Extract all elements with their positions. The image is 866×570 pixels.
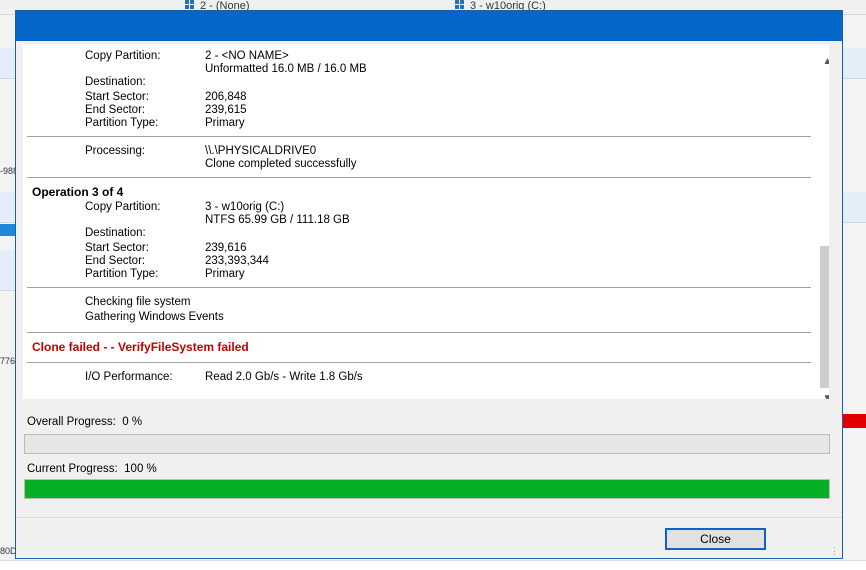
overall-progress-percent: 0 % — [122, 416, 143, 428]
current-progress-label: Current Progress: — [27, 463, 118, 475]
end-sector-value: 239,615 — [205, 104, 247, 116]
start-sector-label: Start Sector: — [85, 242, 149, 254]
log-divider — [27, 332, 811, 333]
current-progress-bar — [24, 479, 830, 499]
windows-icon — [185, 0, 195, 10]
background-row — [0, 48, 16, 79]
start-sector-value: 206,848 — [205, 91, 247, 103]
close-button[interactable]: Close — [665, 528, 766, 550]
copy-partition-value: 3 - w10orig (C:) — [205, 201, 285, 213]
partition-type-label: Partition Type: — [85, 117, 159, 129]
current-progress-fill — [25, 480, 829, 498]
background-row — [843, 48, 866, 79]
overall-progress-bar — [24, 434, 830, 454]
operation-log-panel[interactable]: Copy Partition: 2 - <NO NAME> Unformatte… — [23, 44, 829, 399]
processing-label: Processing: — [85, 145, 146, 157]
background-selected-row — [0, 224, 16, 236]
current-progress-percent: 100 % — [124, 463, 157, 475]
destination-label: Destination: — [85, 76, 146, 88]
clone-progress-dialog: Copy Partition: 2 - <NO NAME> Unformatte… — [15, 10, 843, 559]
background-text-fragment: 776 — [0, 356, 16, 366]
scroll-down-icon[interactable]: ▼ — [819, 390, 829, 399]
io-performance-label: I/O Performance: — [85, 371, 173, 383]
current-progress-text: Current Progress: 100 % — [27, 463, 157, 475]
background-row — [843, 192, 866, 223]
log-scrollbar[interactable]: ▲ ▼ — [819, 53, 829, 399]
partition-type-label: Partition Type: — [85, 268, 159, 280]
scroll-thumb[interactable] — [820, 246, 829, 388]
start-sector-label: Start Sector: — [85, 91, 149, 103]
overall-progress-label: Overall Progress: — [27, 416, 116, 428]
log-divider — [27, 362, 811, 363]
windows-icon — [455, 0, 465, 10]
processing-path: \\.\PHYSICALDRIVE0 — [205, 145, 317, 157]
end-sector-label: End Sector: — [85, 255, 146, 267]
footer-divider — [16, 517, 842, 518]
partition-detail-value: NTFS 65.99 GB / 111.18 GB — [205, 214, 350, 226]
overall-progress-text: Overall Progress: 0 % — [27, 416, 142, 428]
dialog-title-bar[interactable] — [16, 11, 842, 41]
background-red-marker — [843, 414, 866, 428]
processing-status: Clone completed successfully — [205, 158, 357, 170]
end-sector-value: 233,393,344 — [205, 255, 269, 267]
log-divider — [27, 177, 811, 178]
partition-type-value: Primary — [205, 117, 245, 129]
log-divider — [27, 287, 811, 288]
log-divider — [27, 136, 811, 137]
copy-partition-value: 2 - <NO NAME> — [205, 50, 289, 62]
operation-heading: Operation 3 of 4 — [32, 185, 124, 199]
background-row — [0, 250, 16, 291]
partition-type-value: Primary — [205, 268, 245, 280]
io-performance-value: Read 2.0 Gb/s - Write 1.8 Gb/s — [205, 371, 363, 383]
copy-partition-label: Copy Partition: — [85, 201, 161, 213]
step-gathering-windows-events: Gathering Windows Events — [85, 311, 224, 323]
background-row — [0, 192, 16, 223]
copy-partition-label: Copy Partition: — [85, 50, 161, 62]
destination-label: Destination: — [85, 227, 146, 239]
scroll-up-icon[interactable]: ▲ — [819, 53, 829, 70]
end-sector-label: End Sector: — [85, 104, 146, 116]
clone-failed-message: Clone failed - - VerifyFileSystem failed — [32, 340, 249, 354]
partition-detail-value: Unformatted 16.0 MB / 16.0 MB — [205, 63, 367, 75]
start-sector-value: 239,616 — [205, 242, 247, 254]
step-checking-file-system: Checking file system — [85, 296, 191, 308]
resize-grip-icon[interactable]: ⋮ — [830, 546, 840, 556]
